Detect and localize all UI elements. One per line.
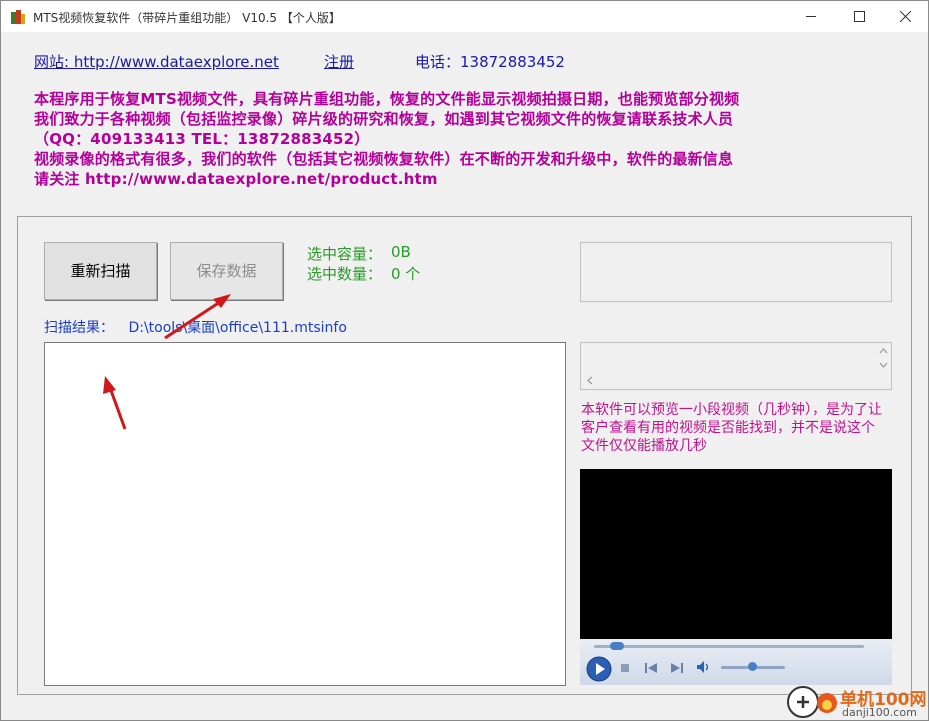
watermark-logo-icon <box>787 686 819 718</box>
arrow-to-list <box>103 376 127 430</box>
annotation-arrows <box>103 294 231 430</box>
app-window: MTS视频恢复软件（带碎片重组功能） V10.5 【个人版】 网站: http:… <box>0 0 929 721</box>
arrow-to-save-button <box>164 294 231 340</box>
watermark: 单机100网 danji100.com <box>786 683 929 721</box>
watermark-url: danji100.com <box>842 706 917 719</box>
watermark-fire-icon <box>817 693 837 713</box>
